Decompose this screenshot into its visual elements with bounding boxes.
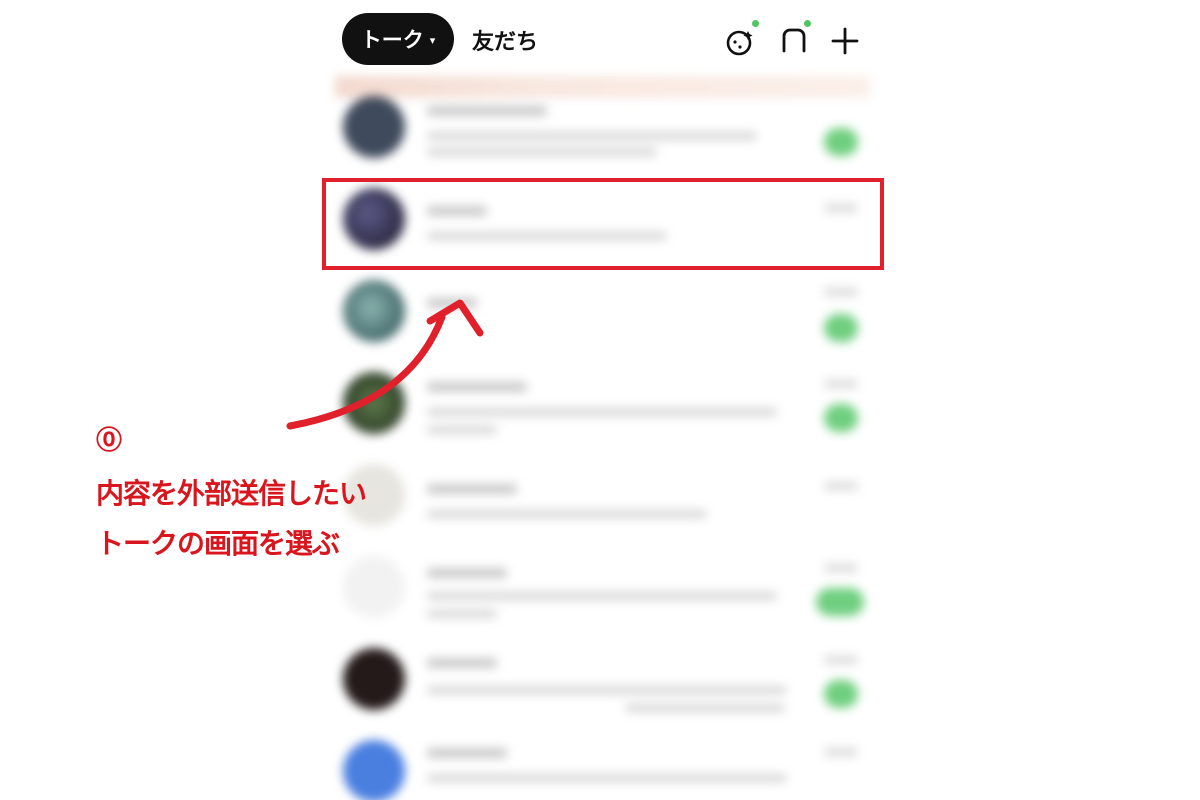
chat-name: [427, 568, 507, 578]
avatar: [343, 96, 405, 158]
tab-talk[interactable]: トーク ▾: [342, 13, 454, 65]
chat-time: [824, 748, 858, 756]
unread-badge: [824, 128, 858, 156]
chat-row[interactable]: [335, 82, 870, 174]
chat-preview: [427, 592, 777, 600]
chat-time: [824, 482, 858, 490]
app-header: トーク ▾ 友だち: [335, 0, 870, 80]
unread-badge: [824, 680, 858, 708]
chat-row[interactable]: [335, 542, 870, 634]
chat-preview: [427, 510, 707, 518]
unread-badge: [824, 404, 858, 432]
arrow-icon: [286, 299, 484, 430]
avatar: [343, 740, 405, 800]
chat-time: [824, 288, 858, 296]
instruction-line-1: 内容を外部送信したい: [96, 477, 367, 510]
chat-time: [824, 380, 858, 388]
chat-preview: [427, 148, 657, 156]
tab-friends[interactable]: 友だち: [472, 24, 538, 55]
notification-dot: [752, 20, 759, 27]
face-sparkle-icon[interactable]: [724, 20, 759, 58]
chat-preview: [625, 704, 785, 712]
unread-badge: [824, 314, 858, 342]
tab-talk-label: トーク: [360, 28, 424, 52]
chat-name: [427, 484, 517, 494]
avatar: [343, 648, 405, 710]
chat-preview: [427, 610, 497, 618]
instruction-line-2: トークの画面を選ぶ: [96, 527, 340, 560]
chevron-down-icon: ▾: [429, 33, 436, 47]
chat-name: [427, 748, 507, 758]
chat-row[interactable]: [335, 634, 870, 726]
chat-row[interactable]: [335, 726, 870, 800]
square-bubble-icon[interactable]: [777, 20, 811, 58]
plus-icon[interactable]: [828, 24, 862, 58]
highlight-box: [322, 178, 884, 270]
notification-dot: [804, 20, 811, 27]
chat-row[interactable]: [335, 450, 870, 542]
chat-name: [427, 106, 547, 116]
chat-preview: [427, 686, 787, 694]
chat-time: [824, 656, 858, 664]
chat-name: [427, 658, 497, 668]
chat-preview: [427, 132, 757, 140]
chat-preview: [427, 774, 787, 782]
avatar: [343, 556, 405, 618]
talk-list-screen: トーク ▾ 友だち ⓪ 内容を外部送信したい トークの画面を選ぶ: [0, 0, 1200, 800]
chat-time: [824, 564, 858, 572]
step-number: ⓪: [96, 426, 123, 456]
unread-badge: [816, 588, 864, 616]
